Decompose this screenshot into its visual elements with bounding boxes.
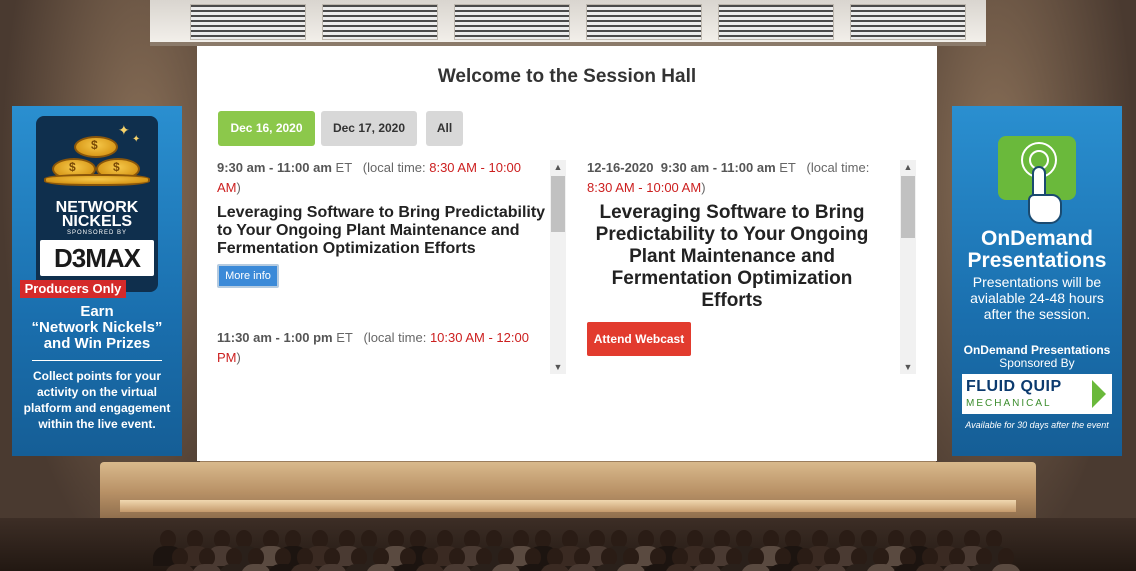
session-title[interactable]: Leveraging Software to Bring Predictabil… xyxy=(217,204,547,258)
collect-points-text: Collect points for your activity on the … xyxy=(23,369,171,431)
earn-line2: “Network Nickels” xyxy=(31,319,163,336)
session-hall-panel: Welcome to the Session Hall Dec 16, 2020… xyxy=(197,46,937,461)
local-time-suffix: ) xyxy=(701,180,706,195)
local-time-prefix: (local time: xyxy=(363,330,430,345)
scroll-up-icon[interactable]: ▲ xyxy=(900,160,916,174)
scrollbar-thumb[interactable] xyxy=(551,176,565,232)
producers-only-label: Producers Only xyxy=(20,280,126,298)
ceiling-vent xyxy=(586,4,702,40)
session-detail-scrollbar[interactable]: ▲ ▼ xyxy=(900,160,916,374)
auditorium-ceiling xyxy=(150,0,986,46)
ceiling-vent xyxy=(454,4,570,40)
stage xyxy=(100,462,1036,522)
ondemand-subtitle: Presentations will be avialable 24-48 ho… xyxy=(970,274,1104,322)
local-time-suffix: ) xyxy=(236,180,241,195)
badge-title-line2: NICKELS xyxy=(61,213,133,230)
session-list-scrollbar[interactable]: ▲ ▼ xyxy=(550,160,566,374)
tab-dec-16[interactable]: Dec 16, 2020 xyxy=(218,111,315,146)
sparkle-icon: ✦ xyxy=(132,134,141,145)
session-date: 12-16-2020 xyxy=(587,160,654,175)
stage-edge xyxy=(120,500,1016,512)
ondemand-title: OnDemand Presentations xyxy=(952,228,1122,272)
session-time-et: 11:30 am - 1:00 pm xyxy=(217,330,333,345)
earn-line3: and Win Prizes xyxy=(43,335,151,352)
page-title: Welcome to the Session Hall xyxy=(437,66,697,87)
tab-dec-17[interactable]: Dec 17, 2020 xyxy=(321,111,417,146)
list-item: 11:30 am - 1:00 pm ET (local time: 10:30… xyxy=(217,328,547,368)
session-time-et: 9:30 am - 11:00 am xyxy=(217,160,332,175)
session-list[interactable]: 9:30 am - 11:00 am ET (local time: 8:30 … xyxy=(217,158,547,374)
more-info-button[interactable]: More info xyxy=(217,264,279,288)
fluid-quip-arrow-icon xyxy=(1092,380,1106,408)
ondemand-title-line2: Presentations xyxy=(967,249,1107,272)
sparkle-icon: ✦ xyxy=(118,122,130,138)
network-nickels-banner[interactable]: ✦ ✦ $ $ $ NETWORK NICKELS SPONSORED BY D… xyxy=(12,106,182,456)
ceiling-vent xyxy=(190,4,306,40)
ceiling-vent xyxy=(322,4,438,40)
session-time: 11:30 am - 1:00 pm ET (local time: 10:30… xyxy=(217,328,547,368)
earn-line1: Earn xyxy=(80,303,114,320)
ondemand-banner[interactable]: OnDemand Presentations Presentations wil… xyxy=(952,106,1122,456)
audience xyxy=(0,518,1136,571)
local-time-prefix: (local time: xyxy=(806,160,870,175)
session-detail[interactable]: 12-16-2020 9:30 am - 11:00 am ET (local … xyxy=(587,158,877,374)
ondemand-sponsored-by: Sponsored By xyxy=(999,356,1075,370)
local-time-suffix: ) xyxy=(236,350,241,365)
session-time-et: 9:30 am - 11:00 am xyxy=(660,160,776,175)
hand-touch-icon xyxy=(998,136,1076,224)
ondemand-footer: Available for 30 days after the event xyxy=(965,420,1109,430)
scroll-down-icon[interactable]: ▼ xyxy=(900,360,916,374)
attend-webcast-button[interactable]: Attend Webcast xyxy=(587,322,691,356)
fluid-quip-logo: FLUID QUIP MECHANICAL xyxy=(962,374,1112,414)
audience-shoulder xyxy=(991,564,1021,571)
badge-sponsored: SPONSORED BY xyxy=(66,230,127,236)
fluid-quip-sub: MECHANICAL xyxy=(966,398,1052,409)
local-time-prefix: (local time: xyxy=(362,160,430,175)
earn-text: Earn “Network Nickels” and Win Prizes xyxy=(12,304,182,352)
banner-divider xyxy=(32,360,162,361)
tab-all[interactable]: All xyxy=(426,111,463,146)
ondemand-title-line1: OnDemand xyxy=(980,227,1093,250)
session-tz: ET xyxy=(335,160,352,175)
session-tz: ET xyxy=(779,160,796,175)
scrollbar-thumb[interactable] xyxy=(901,176,915,238)
session-time: 9:30 am - 11:00 am ET (local time: 8:30 … xyxy=(217,158,547,198)
session-detail-time: 12-16-2020 9:30 am - 11:00 am ET (local … xyxy=(587,158,877,198)
ceiling-vent xyxy=(718,4,834,40)
fluid-quip-name: FLUID QUIP xyxy=(966,378,1062,395)
session-tz: ET xyxy=(336,330,353,345)
ceiling-vent xyxy=(850,4,966,40)
scroll-up-icon[interactable]: ▲ xyxy=(550,160,566,174)
d3max-logo: D3MAX xyxy=(40,240,154,276)
list-item: 9:30 am - 11:00 am ET (local time: 8:30 … xyxy=(217,158,547,288)
local-time: 8:30 AM - 10:00 AM xyxy=(587,180,702,195)
network-nickels-badge: ✦ ✦ $ $ $ NETWORK NICKELS SPONSORED BY D… xyxy=(36,116,158,292)
session-detail-title: Leveraging Software to Bring Predictabil… xyxy=(595,202,869,311)
scroll-down-icon[interactable]: ▼ xyxy=(550,360,566,374)
